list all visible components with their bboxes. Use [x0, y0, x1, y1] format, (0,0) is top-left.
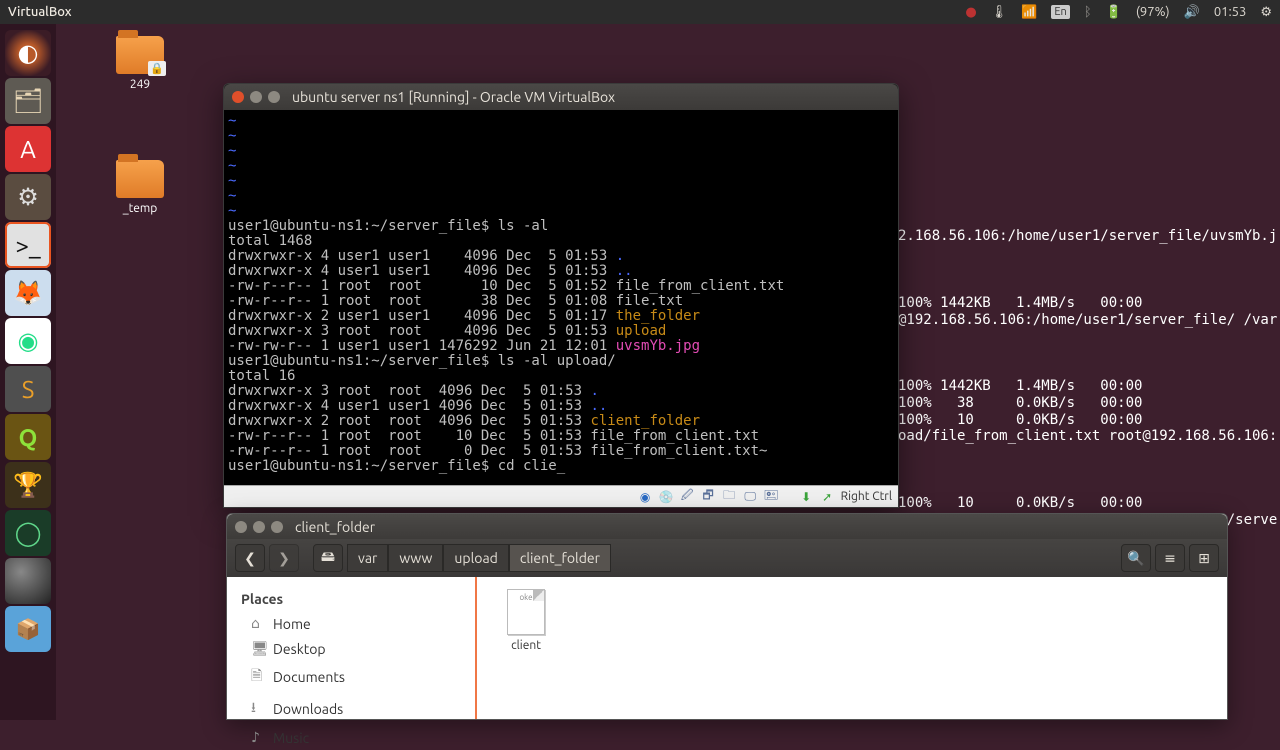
battery-percent: (97%): [1136, 5, 1170, 19]
temp-icon[interactable]: 🌡: [991, 5, 1008, 20]
breadcrumb-var[interactable]: var: [347, 544, 388, 572]
wifi-icon[interactable]: 📶: [1021, 5, 1037, 20]
close-icon[interactable]: [235, 521, 247, 533]
vm-console[interactable]: ~~~~~~~user1@ubuntu-ns1:~/server_file$ l…: [224, 110, 898, 485]
sidebar-item-label: Music: [273, 730, 309, 746]
usb-icon[interactable]: 🖉: [680, 489, 695, 504]
sidebar-item-downloads[interactable]: ⭳ Downloads: [227, 693, 475, 725]
downloads-icon: ⭳: [251, 697, 265, 721]
qgis-icon[interactable]: Q: [5, 414, 51, 460]
system-tray: ● 🌡 📶 En ᛒ 🔋 (97%) 🔊 01:53 ⚙: [965, 5, 1272, 20]
music-icon: ♪: [251, 729, 265, 746]
green-app-icon[interactable]: ◯: [5, 510, 51, 556]
nautilus-window: client_folder ❮ ❯ 🖴 varwwwuploadclient_f…: [226, 513, 1228, 720]
back-button[interactable]: ❮: [235, 544, 265, 572]
home-icon: ⌂: [251, 615, 265, 632]
virtualbox-icon[interactable]: 📦: [5, 606, 51, 652]
files-app-icon[interactable]: 🗂: [5, 78, 51, 124]
places-heading: Places: [227, 587, 475, 611]
document-icon: oke: [507, 589, 545, 635]
firefox-icon[interactable]: 🦊: [5, 270, 51, 316]
sublime-icon[interactable]: S: [5, 366, 51, 412]
language-indicator[interactable]: En: [1051, 5, 1069, 19]
menu-button[interactable]: ≡: [1155, 544, 1185, 572]
shared-icon[interactable]: 🗀: [722, 489, 737, 504]
sidebar-item-documents[interactable]: 🗎 Documents: [227, 661, 475, 693]
desktop-folder-249[interactable]: 249: [100, 36, 180, 91]
mouse-icon[interactable]: ➚: [820, 489, 835, 504]
sound-icon[interactable]: 🔊: [1184, 5, 1200, 20]
battery-icon[interactable]: 🔋: [1106, 5, 1122, 20]
vm-window: ubuntu server ns1 [Running] - Oracle VM …: [223, 83, 899, 508]
places-sidebar: Places ⌂ Home 🖥 Desktop 🗎 Documents ⭳ Downloads…: [227, 577, 477, 719]
rec-icon[interactable]: 🖭: [764, 489, 779, 504]
minimize-icon[interactable]: [250, 91, 262, 103]
sidebar-item-home[interactable]: ⌂ Home: [227, 611, 475, 636]
folder-label: 249: [100, 78, 180, 91]
nautilus-title-text: client_folder: [295, 519, 375, 535]
folder-icon: [116, 160, 164, 198]
hdd-icon[interactable]: 💿: [659, 489, 674, 504]
folder-icon: [116, 36, 164, 74]
gear-icon[interactable]: ⚙: [1260, 5, 1272, 20]
icon-view[interactable]: oke client: [477, 577, 1227, 719]
nautilus-titlebar[interactable]: client_folder: [227, 514, 1227, 539]
active-app-title[interactable]: VirtualBox: [8, 5, 72, 19]
terminal-icon[interactable]: >_: [5, 222, 51, 268]
camera-icon[interactable]: [5, 558, 51, 604]
file-label: client: [489, 639, 563, 652]
sidebar-item-label: Home: [273, 616, 311, 632]
display-icon[interactable]: 🖵: [743, 489, 758, 504]
folder-label: _temp: [100, 202, 180, 215]
maximize-icon[interactable]: [268, 91, 280, 103]
software-center-icon[interactable]: A: [5, 126, 51, 172]
net-icon[interactable]: 🗗: [701, 489, 716, 504]
file-item-client[interactable]: oke client: [489, 589, 563, 652]
forward-button[interactable]: ❯: [269, 544, 299, 572]
breadcrumb-upload[interactable]: upload: [443, 544, 508, 572]
view-grid-button[interactable]: ⊞: [1189, 544, 1219, 572]
search-button[interactable]: 🔍: [1121, 544, 1151, 572]
desktop-icon: 🖥: [251, 640, 265, 657]
clock[interactable]: 01:53: [1214, 5, 1247, 19]
breadcrumb-client_folder[interactable]: client_folder: [509, 544, 611, 572]
bluetooth-icon[interactable]: ᛒ: [1084, 5, 1092, 19]
sidebar-item-label: Desktop: [273, 641, 326, 657]
sidebar-item-music[interactable]: ♪ Music: [227, 725, 475, 750]
minimize-icon[interactable]: [253, 521, 265, 533]
top-menubar: VirtualBox ● 🌡 📶 En ᛒ 🔋 (97%) 🔊 01:53 ⚙: [0, 0, 1280, 24]
cd-icon[interactable]: ◉: [638, 489, 653, 504]
settings-icon[interactable]: ⚙: [5, 174, 51, 220]
capture-icon[interactable]: ⬇: [799, 489, 814, 504]
documents-icon: 🗎: [251, 665, 265, 689]
close-icon[interactable]: [232, 91, 244, 103]
path-root-icon[interactable]: 🖴: [313, 544, 343, 572]
sidebar-item-label: Documents: [273, 669, 345, 685]
breadcrumb-www[interactable]: www: [388, 544, 443, 572]
chrome-icon[interactable]: ◉: [5, 318, 51, 364]
trophy-icon[interactable]: 🏆: [5, 462, 51, 508]
dash-icon[interactable]: ◐: [5, 30, 51, 76]
maximize-icon[interactable]: [271, 521, 283, 533]
desktop-folder-temp[interactable]: _temp: [100, 160, 180, 215]
record-icon[interactable]: ●: [965, 5, 976, 20]
sidebar-item-desktop[interactable]: 🖥 Desktop: [227, 636, 475, 661]
vm-title-text: ubuntu server ns1 [Running] - Oracle VM …: [292, 89, 615, 105]
sidebar-item-label: Downloads: [273, 701, 343, 717]
nautilus-toolbar: ❮ ❯ 🖴 varwwwuploadclient_folder 🔍 ≡ ⊞: [227, 539, 1227, 577]
host-key-label: Right Ctrl: [841, 490, 892, 503]
background-terminal-output: 2.168.56.106:/home/user1/server_file/uvs…: [898, 228, 1280, 529]
vm-window-titlebar[interactable]: ubuntu server ns1 [Running] - Oracle VM …: [224, 84, 898, 110]
unity-launcher: ◐ 🗂 A ⚙ >_ 🦊 ◉ S Q 🏆 ◯ 📦: [0, 24, 56, 720]
vm-statusbar: ◉ 💿 🖉 🗗 🗀 🖵 🖭 ⬇ ➚ Right Ctrl: [224, 485, 898, 507]
